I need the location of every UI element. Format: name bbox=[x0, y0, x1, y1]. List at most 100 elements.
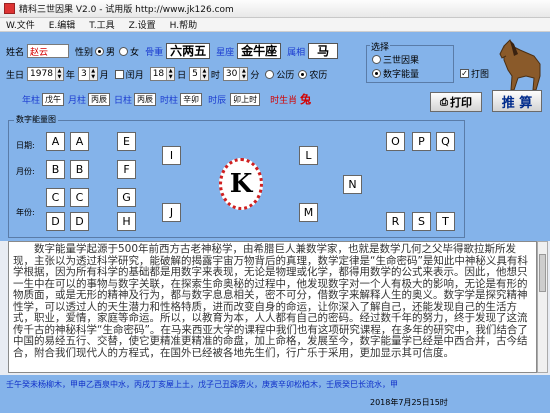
month-pillar-value: 丙辰 bbox=[88, 92, 111, 106]
month-spinner[interactable]: 3 ▲ ▼ bbox=[77, 67, 98, 81]
year-unit: 年 bbox=[65, 70, 75, 81]
name-row: 姓名 赵云 性别 男 女 骨重 六两五 星座 金牛座 属相 马 bbox=[6, 43, 339, 59]
gender-male-radio[interactable] bbox=[95, 46, 105, 56]
spin-arrows-icon[interactable]: ▲ ▼ bbox=[239, 68, 248, 80]
title-bar: 精科三世因果 V2.0 - 试用版 http://www.jk126.com bbox=[0, 0, 550, 18]
energy-cell-t: T bbox=[436, 212, 455, 231]
menu-file[interactable]: W.文件 bbox=[6, 18, 35, 31]
minute-unit: 分 bbox=[250, 70, 260, 81]
gregorian-label: 公历 bbox=[276, 70, 295, 81]
year-pillar-value: 戊午 bbox=[42, 92, 65, 106]
description-textarea[interactable]: 数字能量学起源于500年前西方古老神秘学，由希腊巨人兼数学家，也就是数学几何之父… bbox=[8, 241, 537, 373]
hour-zodiac-label: 时生肖 bbox=[270, 95, 298, 106]
print-image-label: 打图 bbox=[471, 70, 490, 80]
energy-cell-l: L bbox=[299, 146, 318, 165]
print-button[interactable]: ⎙ 打印 bbox=[430, 92, 482, 112]
energy-cell-e: E bbox=[117, 132, 136, 151]
spin-arrows-icon[interactable]: ▲ ▼ bbox=[166, 68, 175, 80]
name-label: 姓名 bbox=[6, 47, 25, 58]
energy-cell-h: H bbox=[117, 212, 136, 231]
menu-bar: W.文件 E.编辑 T.工具 Z.设置 H.帮助 bbox=[0, 18, 550, 32]
center-energy-letter: K bbox=[219, 158, 263, 210]
bone-weight-label: 骨重 bbox=[145, 47, 164, 58]
bone-weight-value: 六两五 bbox=[166, 43, 211, 59]
day-pillar-label: 日柱 bbox=[114, 95, 133, 106]
energy-group-title: 数字能量图 bbox=[14, 114, 58, 125]
menu-edit[interactable]: E.编辑 bbox=[49, 18, 76, 31]
energy-cell-n: N bbox=[343, 175, 362, 194]
menu-settings[interactable]: Z.设置 bbox=[129, 18, 156, 31]
time-label: 时辰 bbox=[208, 95, 227, 106]
birth-label: 生日 bbox=[6, 70, 25, 81]
lunar-radio[interactable] bbox=[298, 69, 308, 79]
day-spinner[interactable]: 18 ▲ ▼ bbox=[149, 67, 176, 81]
day-row-label: 日期: bbox=[16, 141, 35, 150]
printer-icon: ⎙ bbox=[440, 96, 448, 108]
opt2-label: 数字能量 bbox=[383, 70, 420, 80]
lunar-label: 农历 bbox=[309, 70, 328, 81]
gender-male-label: 男 bbox=[106, 47, 116, 58]
animal-label: 属相 bbox=[287, 47, 306, 58]
spin-arrows-icon[interactable]: ▲ ▼ bbox=[88, 68, 97, 80]
energy-cell-q: Q bbox=[436, 132, 455, 151]
minute-spinner[interactable]: 30 ▲ ▼ bbox=[222, 67, 249, 81]
year-pillar-label: 年柱 bbox=[22, 95, 41, 106]
hour-unit: 时 bbox=[210, 70, 220, 81]
energy-cell-r: R bbox=[386, 212, 405, 231]
leap-month-checkbox[interactable] bbox=[114, 69, 124, 79]
opt1-label: 三世因果 bbox=[383, 56, 420, 66]
energy-cell-a2: A bbox=[70, 132, 89, 151]
spin-arrows-icon[interactable]: ▲ ▼ bbox=[54, 68, 63, 80]
year-spinner[interactable]: 1978 ▲ ▼ bbox=[27, 67, 64, 81]
vertical-scrollbar[interactable] bbox=[537, 241, 548, 373]
choice-opt2[interactable]: 数字能量 bbox=[370, 67, 419, 80]
status-datetime: 2018年7月25日15时 bbox=[370, 398, 448, 407]
print-image-check[interactable]: ✓ 打图 bbox=[458, 67, 489, 80]
energy-cell-i: I bbox=[162, 146, 181, 165]
energy-cell-b1: B bbox=[46, 160, 65, 179]
energy-cell-c2: C bbox=[70, 188, 89, 207]
print-image-checkbox[interactable]: ✓ bbox=[460, 69, 469, 78]
print-button-label: 打印 bbox=[450, 96, 472, 109]
gregorian-radio[interactable] bbox=[265, 69, 275, 79]
pillars-row: 年柱 戊午 月柱 丙辰 日柱 丙辰 时柱 辛卯 时辰 卯上时 时生肖 兔 bbox=[22, 91, 311, 107]
app-icon bbox=[4, 3, 15, 14]
month-row-label: 月份: bbox=[16, 167, 35, 176]
energy-cell-d1: D bbox=[46, 212, 65, 231]
opt2-radio[interactable] bbox=[372, 69, 381, 78]
name-input[interactable]: 赵云 bbox=[27, 44, 70, 58]
hour-pillar-label: 时柱 bbox=[160, 95, 179, 106]
choice-title: 选择 bbox=[370, 40, 391, 53]
energy-cell-b2: B bbox=[70, 160, 89, 179]
choice-opt1[interactable]: 三世因果 bbox=[370, 53, 419, 66]
energy-cell-f: F bbox=[117, 160, 136, 179]
time-value: 卯上时 bbox=[230, 92, 261, 106]
gender-female-radio[interactable] bbox=[119, 46, 129, 56]
energy-cell-c1: C bbox=[46, 188, 65, 207]
birth-row: 生日 1978 ▲ ▼ 年 3 ▲ ▼ 月 闰月 18 ▲ ▼ 日 5 ▲ ▼ 时 30 ▲ ▼ 分… bbox=[6, 67, 327, 81]
animal-value: 马 bbox=[308, 43, 339, 59]
leap-month-label: 闰月 bbox=[125, 70, 144, 81]
month-unit: 月 bbox=[99, 70, 109, 81]
menu-tools[interactable]: T.工具 bbox=[89, 18, 114, 31]
gender-female-label: 女 bbox=[130, 47, 140, 58]
scrollbar-thumb[interactable] bbox=[539, 254, 546, 292]
calculate-button[interactable]: 推 算 bbox=[492, 90, 542, 112]
year-row-label: 年份: bbox=[16, 208, 35, 217]
hour-pillar-value: 辛卯 bbox=[180, 92, 203, 106]
star-sign-value: 金牛座 bbox=[237, 43, 282, 59]
energy-cell-m: M bbox=[299, 203, 318, 222]
menu-help[interactable]: H.帮助 bbox=[170, 18, 197, 31]
energy-cell-g: G bbox=[117, 188, 136, 207]
energy-cell-j: J bbox=[162, 203, 181, 222]
star-sign-label: 星座 bbox=[216, 47, 235, 58]
energy-cell-o: O bbox=[386, 132, 405, 151]
energy-cell-a1: A bbox=[46, 132, 65, 151]
energy-cell-s: S bbox=[412, 212, 431, 231]
hour-spinner[interactable]: 5 ▲ ▼ bbox=[189, 67, 209, 81]
opt1-radio[interactable] bbox=[372, 55, 381, 64]
energy-cell-d2: D bbox=[70, 212, 89, 231]
horse-icon bbox=[499, 39, 541, 91]
spin-arrows-icon[interactable]: ▲ ▼ bbox=[199, 68, 208, 80]
day-unit: 日 bbox=[177, 70, 187, 81]
